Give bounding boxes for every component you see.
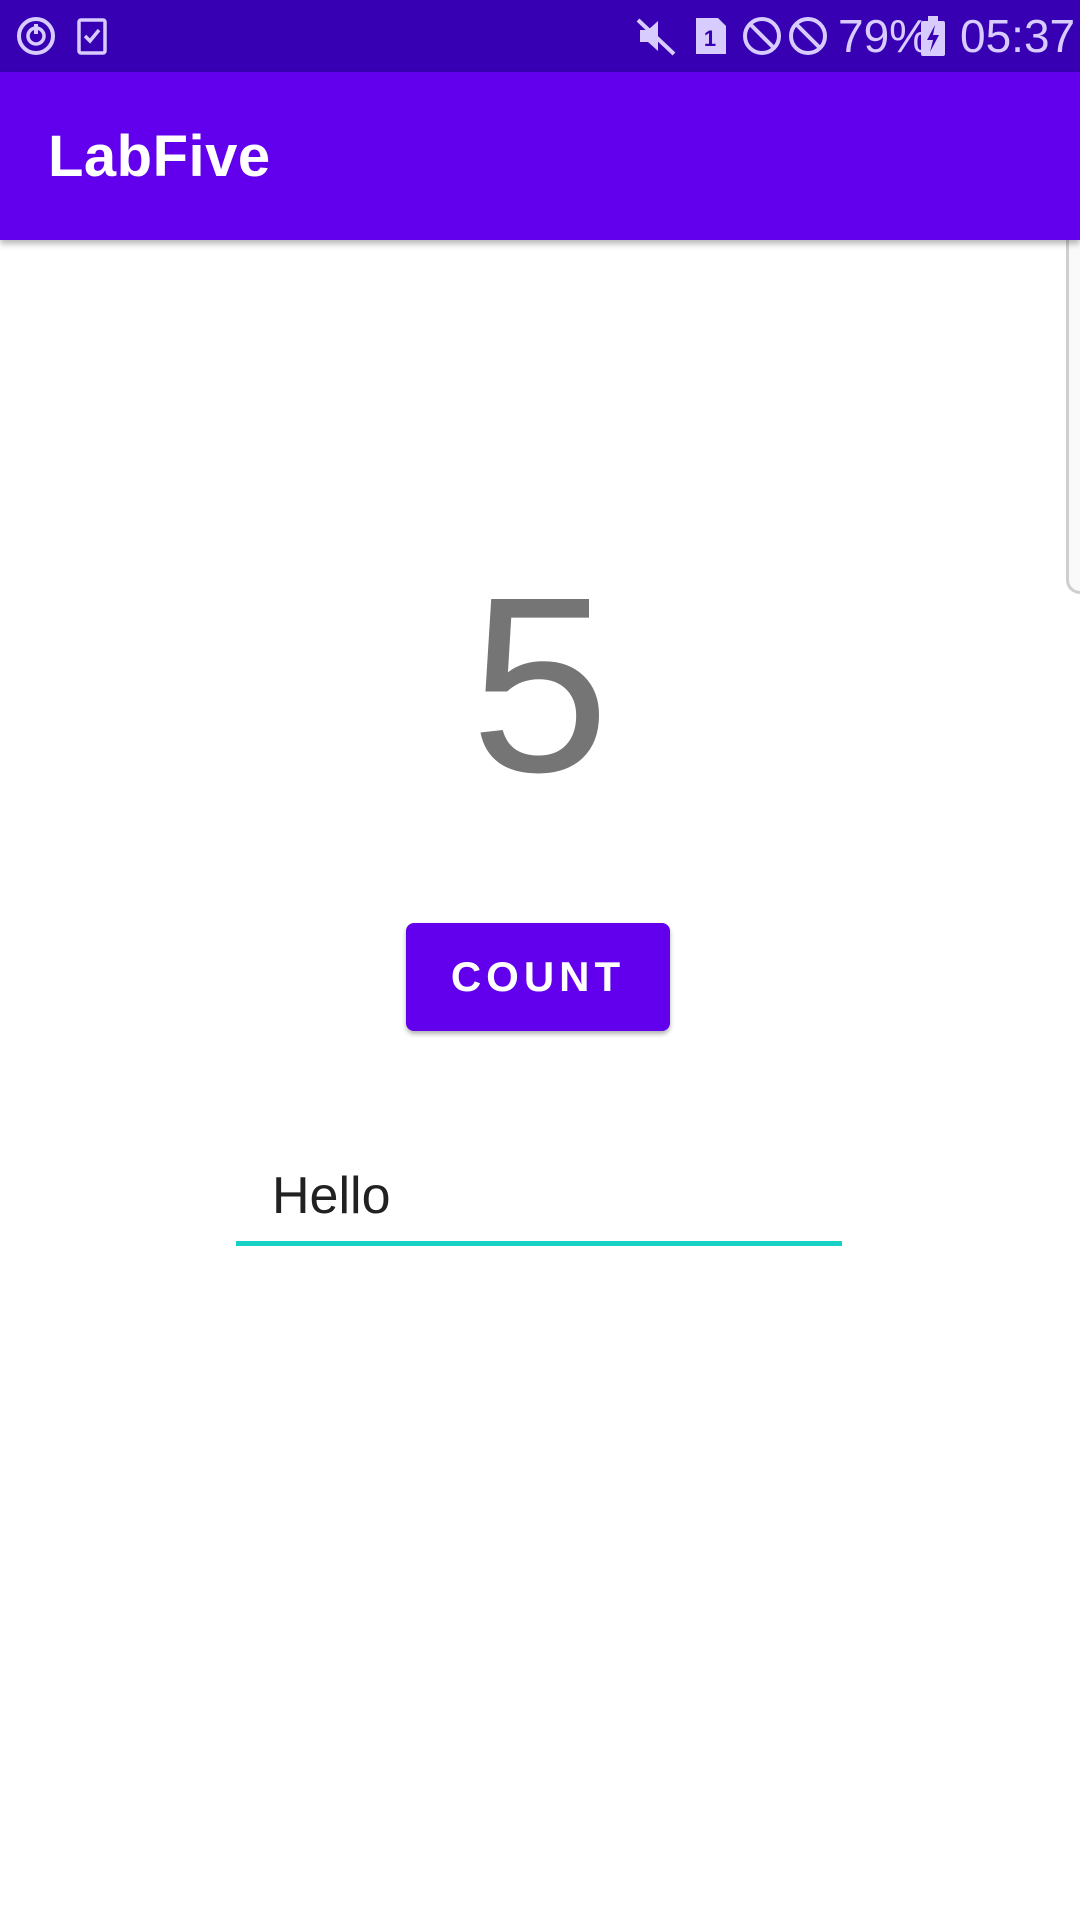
sync-icon — [14, 14, 58, 58]
status-bar: 1 79% 05:37 — [0, 0, 1080, 72]
mute-icon — [634, 14, 678, 58]
text-input[interactable] — [236, 1150, 842, 1241]
clock: 05:37 — [960, 10, 1076, 62]
count-button[interactable]: COUNT — [406, 923, 670, 1031]
do-not-disturb-icon — [740, 14, 784, 58]
edge-panel-handle[interactable] — [1066, 222, 1080, 594]
blocked-icon — [786, 14, 830, 58]
text-field[interactable] — [236, 1150, 842, 1246]
app-title: LabFive — [48, 124, 271, 189]
battery-charging-icon — [916, 14, 950, 58]
task-check-icon — [70, 14, 114, 58]
sim-1-icon: 1 — [688, 14, 732, 58]
sim-number: 1 — [704, 26, 716, 51]
app-screen: 1 79% 05:37 LabFive 5 COUNT Hello — [0, 0, 1080, 1920]
app-bar: LabFive — [0, 72, 1080, 240]
count-display: 5 — [470, 545, 610, 824]
